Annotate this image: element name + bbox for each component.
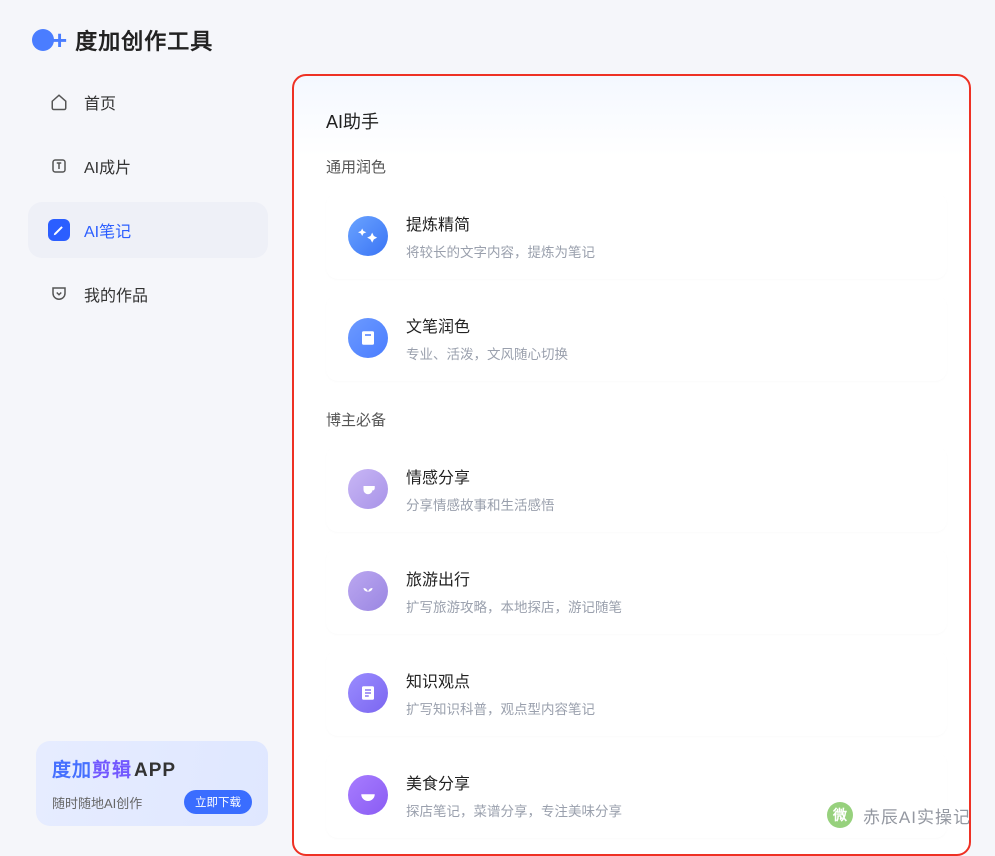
watermark: 微 赤辰AI实操记 [827, 802, 971, 828]
promo-subtitle: 随时随地AI创作 [52, 793, 142, 812]
sparkle-icon [348, 216, 388, 256]
card-desc: 分享情感故事和生活感悟 [406, 494, 555, 514]
card-title: 文笔润色 [406, 313, 568, 337]
tool-card-emotion[interactable]: 情感分享 分享情感故事和生活感悟 [326, 446, 947, 532]
promo-card[interactable]: 度加剪辑APP 随时随地AI创作 立即下载 [36, 741, 268, 826]
tool-card-refine[interactable]: 提炼精简 将较长的文字内容，提炼为笔记 [326, 193, 947, 279]
app-header: + 度加创作工具 [0, 0, 995, 74]
section-label-blogger: 博主必备 [326, 409, 947, 430]
bowl-icon [348, 775, 388, 815]
card-desc: 探店笔记，菜谱分享，专注美味分享 [406, 800, 622, 820]
promo-title-app: APP [134, 760, 176, 781]
palm-icon [348, 571, 388, 611]
note-icon [348, 673, 388, 713]
tool-card-polish[interactable]: 文笔润色 专业、活泼，文风随心切换 [326, 295, 947, 381]
pencil-icon [48, 219, 70, 241]
card-desc: 将较长的文字内容，提炼为笔记 [406, 241, 595, 261]
app-name: 度加创作工具 [75, 24, 213, 56]
sidebar-item-ai-notes[interactable]: AI笔记 [28, 202, 268, 258]
sidebar-item-label: AI成片 [84, 154, 131, 178]
card-title: 提炼精简 [406, 211, 595, 235]
card-title: 情感分享 [406, 464, 555, 488]
text-icon [48, 155, 70, 177]
cup-icon [348, 469, 388, 509]
card-title: 旅游出行 [406, 566, 622, 590]
tool-card-knowledge[interactable]: 知识观点 扩写知识科普，观点型内容笔记 [326, 650, 947, 736]
panel-title: AI助手 [326, 108, 947, 134]
section-label-general: 通用润色 [326, 156, 947, 177]
home-icon [48, 91, 70, 113]
sidebar-item-ai-video[interactable]: AI成片 [28, 138, 268, 194]
sidebar-item-label: 首页 [84, 90, 116, 114]
card-desc: 扩写旅游攻略，本地探店，游记随笔 [406, 596, 622, 616]
main-panel: AI助手 通用润色 提炼精简 将较长的文字内容，提炼为笔记 文笔润色 专业、活泼… [292, 74, 971, 856]
promo-title-1: 度加 [52, 760, 92, 781]
promo-title: 度加剪辑APP [52, 755, 252, 782]
sidebar-item-label: AI笔记 [84, 218, 131, 242]
sidebar-item-home[interactable]: 首页 [28, 74, 268, 130]
card-title: 美食分享 [406, 770, 622, 794]
sidebar: 首页 AI成片 AI笔记 我的作品 [28, 74, 268, 856]
sidebar-item-label: 我的作品 [84, 282, 148, 306]
logo-plus-icon: + [52, 27, 67, 53]
document-icon [348, 318, 388, 358]
wechat-icon: 微 [827, 802, 853, 828]
sidebar-item-my-works[interactable]: 我的作品 [28, 266, 268, 322]
tool-card-travel[interactable]: 旅游出行 扩写旅游攻略，本地探店，游记随笔 [326, 548, 947, 634]
app-logo: + 度加创作工具 [32, 24, 213, 56]
card-desc: 专业、活泼，文风随心切换 [406, 343, 568, 363]
pocket-icon [48, 283, 70, 305]
promo-title-2: 剪辑 [92, 760, 132, 781]
watermark-text: 赤辰AI实操记 [863, 803, 971, 828]
download-button[interactable]: 立即下载 [184, 790, 252, 814]
logo-dot-icon [32, 29, 54, 51]
card-desc: 扩写知识科普，观点型内容笔记 [406, 698, 595, 718]
card-title: 知识观点 [406, 668, 595, 692]
